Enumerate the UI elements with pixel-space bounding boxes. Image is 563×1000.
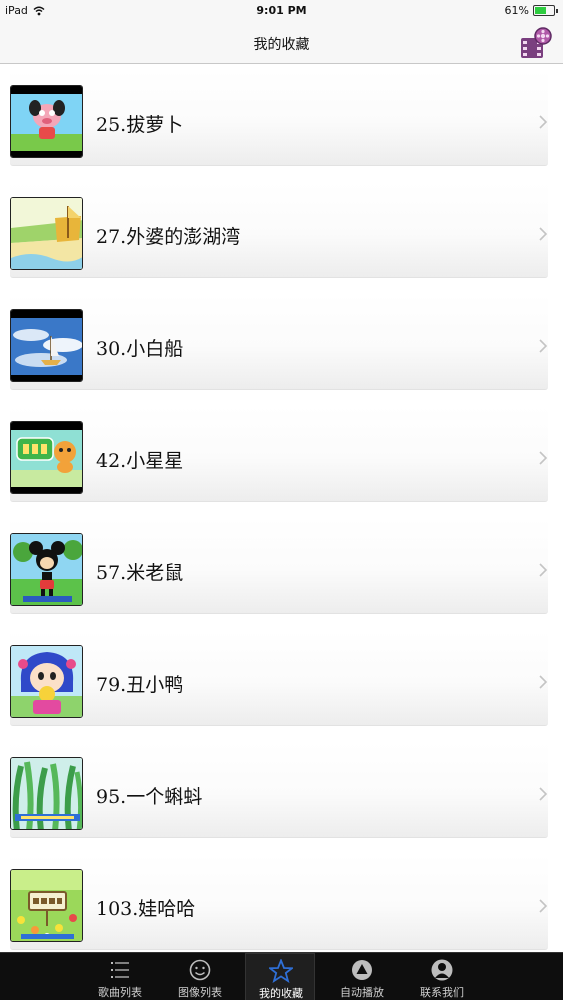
navigation-bar: 我的收藏 — [0, 22, 563, 64]
mickey-mouse-thumbnail — [10, 533, 83, 606]
favorite-item-label: 57.米老鼠 — [96, 562, 184, 584]
tab-label: 我的收藏 — [259, 987, 303, 1000]
tab-label: 图像列表 — [178, 986, 222, 999]
status-time: 9:01 PM — [256, 4, 307, 17]
chevron-right-icon — [539, 899, 548, 913]
play-up-icon — [352, 960, 372, 980]
tab-contact-us[interactable]: 联系我们 — [407, 953, 477, 1000]
star-icon — [269, 959, 293, 983]
favorites-list[interactable]: 25.拔萝卜 27.外婆的澎湖湾 30.小白船 42.小星星 57.米老鼠 79… — [0, 65, 563, 952]
chevron-right-icon — [539, 787, 548, 801]
favorite-item-3[interactable]: 30.小白船 — [10, 294, 548, 390]
tab-image-list[interactable]: 图像列表 — [165, 953, 235, 1000]
tab-label: 联系我们 — [420, 986, 464, 999]
film-reel-icon[interactable] — [519, 26, 553, 60]
chevron-right-icon — [539, 227, 548, 241]
favorite-item-label: 42.小星星 — [96, 450, 184, 472]
favorite-item-8[interactable]: 103.娃哈哈 — [10, 854, 548, 950]
favorite-item-6[interactable]: 79.丑小鸭 — [10, 630, 548, 726]
favorite-item-label: 30.小白船 — [96, 338, 184, 360]
favorite-item-4[interactable]: 42.小星星 — [10, 406, 548, 502]
page-title: 我的收藏 — [253, 37, 310, 53]
status-bar: iPad 9:01 PM 61% — [0, 0, 563, 22]
favorite-item-label: 27.外婆的澎湖湾 — [96, 226, 241, 248]
chevron-right-icon — [539, 451, 548, 465]
favorite-item-label: 103.娃哈哈 — [96, 898, 196, 920]
favorite-item-5[interactable]: 57.米老鼠 — [10, 518, 548, 614]
status-right: 61% — [504, 4, 558, 17]
favorite-item-2[interactable]: 27.外婆的澎湖湾 — [10, 182, 548, 278]
cartoon-pig-thumbnail — [10, 85, 83, 158]
favorite-item-label: 25.拔萝卜 — [96, 114, 184, 136]
chevron-right-icon — [539, 339, 548, 353]
tab-label: 自动播放 — [340, 986, 384, 999]
flower-meadow-thumbnail — [10, 869, 83, 942]
smiley-icon — [189, 959, 211, 981]
battery-percent: 61% — [504, 4, 529, 17]
sailboat-sky-thumbnail — [10, 309, 83, 382]
tab-auto-play[interactable]: 自动播放 — [327, 953, 397, 1000]
chevron-right-icon — [539, 115, 548, 129]
chevron-right-icon — [539, 675, 548, 689]
favorite-item-label: 79.丑小鸭 — [96, 674, 184, 696]
beach-boat-thumbnail — [10, 197, 83, 270]
tab-song-list[interactable]: 歌曲列表 — [85, 953, 155, 1000]
tab-my-favorites[interactable]: 我的收藏 — [245, 953, 315, 1000]
tab-label: 歌曲列表 — [98, 986, 142, 999]
battery-icon — [533, 5, 558, 16]
favorite-item-label: 95.一个蝌蚪 — [96, 786, 203, 808]
little-star-title-thumbnail — [10, 421, 83, 494]
tab-bar: 歌曲列表 图像列表 我的收藏 自动播放 联系我们 — [0, 952, 563, 1000]
list-icon — [111, 962, 129, 978]
cartoon-girl-thumbnail — [10, 645, 83, 718]
chevron-right-icon — [539, 563, 548, 577]
favorite-item-1[interactable]: 25.拔萝卜 — [10, 70, 548, 166]
tadpole-reeds-thumbnail — [10, 757, 83, 830]
person-icon — [431, 959, 453, 981]
favorite-item-7[interactable]: 95.一个蝌蚪 — [10, 742, 548, 838]
